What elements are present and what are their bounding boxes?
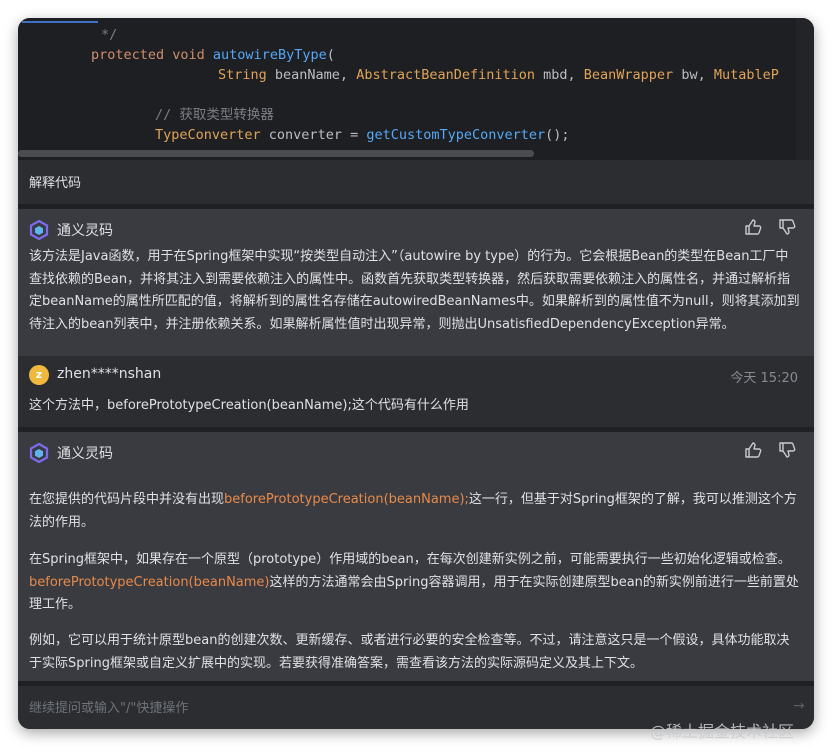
- code-token: TypeConverter: [155, 127, 269, 143]
- user-message: z zhen****nshan 今天 15:20 这个方法中，beforePro…: [18, 356, 814, 427]
- code-token: BeanWrapper: [583, 67, 682, 83]
- send-arrow-icon[interactable]: →: [793, 698, 805, 714]
- message-timestamp: 今天 15:20: [730, 371, 798, 386]
- code-token: ();: [545, 127, 570, 143]
- response-text: 在您提供的代码片段中并没有出现: [29, 492, 225, 507]
- prompt-label: 解释代码: [29, 176, 82, 191]
- tongyi-logo-icon: [29, 443, 49, 463]
- assistant-message-2: 通义灵码 在您提供的代码片段中并没有出现beforePrototypeCreat…: [18, 432, 814, 686]
- assistant-message-1: 通义灵码 该方法是Java函数，用于在Spring框架中实现“按类型自动注入”（…: [18, 209, 814, 356]
- assistant-name: 通义灵码: [57, 223, 113, 239]
- code-token: (: [326, 47, 335, 63]
- response-paragraph-3: 例如，它可以用于统计原型bean的创建次数、更新缓存、或者进行必要的安全检查等。…: [29, 633, 790, 671]
- code-reference: beforePrototypeCreation(beanName): [29, 574, 270, 590]
- code-token: bw,: [681, 67, 714, 83]
- code-token: void: [172, 47, 213, 63]
- code-token: getCustomTypeConverter: [366, 127, 546, 143]
- thumbs-down-icon[interactable]: [777, 440, 797, 460]
- prompt-label-bar: 解释代码: [18, 160, 814, 204]
- thumbs-down-icon[interactable]: [777, 217, 797, 237]
- assistant-response-text: 该方法是Java函数，用于在Spring框架中实现“按类型自动注入”（autow…: [29, 249, 800, 332]
- code-line: // 获取类型转换器: [155, 105, 274, 125]
- response-paragraph-1: 在您提供的代码片段中并没有出现beforePrototypeCreation(b…: [29, 489, 801, 534]
- code-line: */: [101, 25, 117, 45]
- code-token: AbstractBeanDefinition: [356, 67, 544, 83]
- assistant-header: 通义灵码: [29, 442, 113, 464]
- code-token: converter =: [268, 127, 367, 143]
- user-name: zhen****nshan: [57, 366, 162, 382]
- code-block: */protected void autowireByType(String b…: [18, 18, 814, 160]
- code-token: mbd,: [543, 67, 584, 83]
- chat-window: */protected void autowireByType(String b…: [18, 18, 814, 729]
- code-token: // 获取类型转换器: [155, 107, 274, 123]
- code-vertical-scrollbar[interactable]: [796, 18, 814, 160]
- response-text: 在Spring框架中，如果存在一个原型（prototype）作用域的bean，在…: [29, 552, 791, 567]
- code-token: MutableP: [713, 67, 779, 83]
- code-tab-indicator: [22, 21, 98, 23]
- watermark: @稀土掘金技术社区: [650, 722, 795, 741]
- code-token: protected: [91, 47, 173, 63]
- code-line: String beanName, AbstractBeanDefinition …: [218, 65, 779, 85]
- thumbs-up-icon[interactable]: [743, 217, 763, 237]
- code-token: beanName,: [274, 67, 357, 83]
- code-token: autowireByType: [212, 47, 327, 63]
- code-horizontal-scrollbar[interactable]: [18, 150, 534, 157]
- code-token: String: [218, 67, 275, 83]
- assistant-header: 通义灵码: [29, 219, 113, 241]
- code-token: */: [101, 27, 118, 43]
- thumbs-up-icon[interactable]: [743, 440, 763, 460]
- avatar: z: [29, 365, 49, 385]
- assistant-name: 通义灵码: [57, 446, 113, 462]
- tongyi-logo-icon: [29, 220, 49, 240]
- code-line: TypeConverter converter = getCustomTypeC…: [155, 125, 570, 145]
- code-reference: beforePrototypeCreation(beanName);: [224, 492, 469, 507]
- user-message-text: 这个方法中，beforePrototypeCreation(beanName);…: [29, 398, 469, 413]
- code-line: protected void autowireByType(: [91, 45, 335, 65]
- response-paragraph-2: 在Spring框架中，如果存在一个原型（prototype）作用域的bean，在…: [29, 549, 801, 617]
